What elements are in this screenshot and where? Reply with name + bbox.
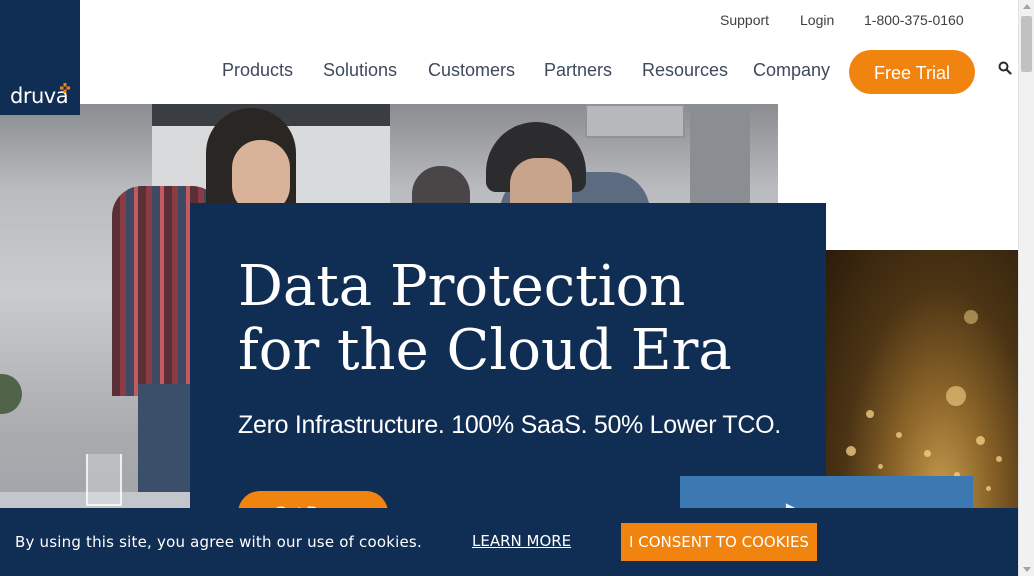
consent-cookies-button[interactable]: I CONSENT TO COOKIES: [621, 523, 817, 561]
photo-glass: [86, 454, 122, 506]
photo-background-board: [585, 104, 685, 138]
nav-products[interactable]: Products: [222, 60, 293, 81]
photo-person-left-jeans: [138, 384, 198, 494]
vertical-scrollbar[interactable]: [1018, 0, 1034, 576]
hero-title-line-2: for the Cloud Era: [238, 318, 732, 383]
nav-partners[interactable]: Partners: [544, 60, 612, 81]
nav-customers[interactable]: Customers: [428, 60, 515, 81]
logo[interactable]: druva: [0, 0, 80, 115]
search-icon[interactable]: [998, 61, 1012, 75]
page: druva Support Login 1-800-375-0160 Produ…: [0, 0, 1018, 576]
cookie-message: By using this site, you agree with our u…: [15, 533, 422, 551]
hero-title-line-1: Data Protection: [238, 254, 686, 319]
free-trial-button[interactable]: Free Trial: [849, 50, 975, 94]
hero-title: Data Protection for the Cloud Era: [238, 255, 798, 383]
photo-plant: [0, 374, 22, 414]
support-link[interactable]: Support: [720, 12, 769, 28]
hero-subtitle: Zero Infrastructure. 100% SaaS. 50% Lowe…: [238, 411, 781, 439]
logo-mark-icon: [60, 83, 70, 93]
login-link[interactable]: Login: [800, 12, 834, 28]
nav-company[interactable]: Company: [753, 60, 830, 81]
scroll-up-icon[interactable]: [1023, 4, 1031, 9]
learn-more-link[interactable]: LEARN MORE: [472, 532, 571, 550]
site-header: Support Login 1-800-375-0160 Products So…: [80, 0, 1018, 104]
scroll-thumb[interactable]: [1021, 16, 1032, 72]
nav-solutions[interactable]: Solutions: [323, 60, 397, 81]
phone-link[interactable]: 1-800-375-0160: [864, 12, 964, 28]
cookie-banner: By using this site, you agree with our u…: [0, 508, 1018, 576]
scroll-down-icon[interactable]: [1023, 567, 1031, 572]
nav-resources[interactable]: Resources: [642, 60, 728, 81]
